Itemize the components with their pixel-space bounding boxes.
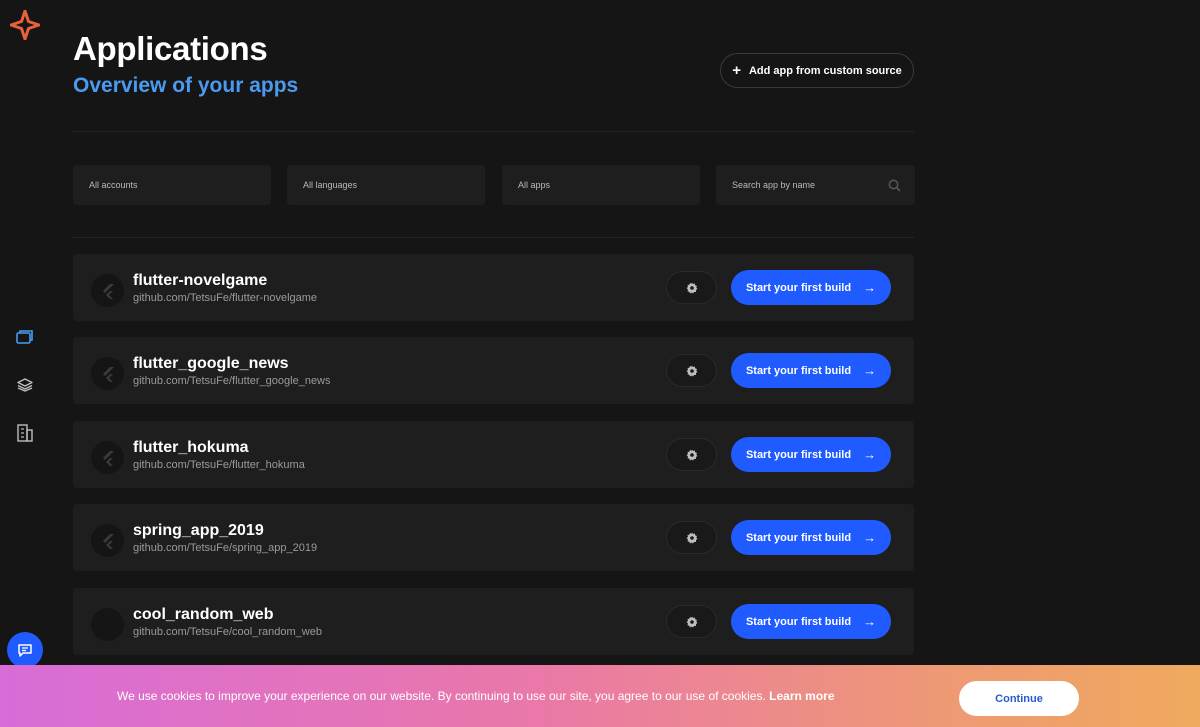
gear-icon	[686, 449, 697, 460]
app-row: spring_app_2019 github.com/TetsuFe/sprin…	[73, 504, 914, 571]
cookie-banner: We use cookies to improve your experienc…	[0, 665, 1200, 727]
start-first-build-button[interactable]: Start your first build →	[731, 270, 891, 305]
app-name[interactable]: spring_app_2019	[133, 522, 264, 540]
start-first-build-button[interactable]: Start your first build →	[731, 437, 891, 472]
app-settings-button[interactable]	[666, 521, 717, 554]
plus-icon: +	[732, 62, 741, 79]
arrow-right-icon: →	[863, 280, 877, 295]
app-repo: github.com/TetsuFe/flutter-novelgame	[133, 292, 318, 304]
app-row: flutter_google_news github.com/TetsuFe/f…	[73, 337, 914, 404]
app-settings-button[interactable]	[666, 354, 717, 387]
app-settings-button[interactable]	[666, 605, 717, 638]
app-name[interactable]: flutter_google_news	[133, 355, 289, 373]
cookie-text-container: We use cookies to improve your experienc…	[117, 689, 835, 703]
gear-icon	[686, 532, 697, 543]
page-title: Applications	[73, 30, 268, 67]
build-button-label: Start your first build	[745, 531, 852, 544]
app-settings-button[interactable]	[666, 271, 717, 304]
accounts-filter[interactable]: All accounts	[73, 165, 271, 205]
app-repo: github.com/TetsuFe/spring_app_2019	[133, 542, 318, 554]
sidebar	[0, 0, 50, 727]
start-first-build-button[interactable]: Start your first build →	[731, 604, 891, 639]
flutter-icon	[91, 441, 124, 474]
page-subtitle: Overview of your apps	[73, 74, 299, 97]
start-first-build-button[interactable]: Start your first build →	[731, 520, 891, 555]
app-settings-button[interactable]	[666, 438, 717, 471]
search-icon	[888, 179, 901, 192]
build-button-label: Start your first build	[745, 615, 852, 628]
languages-filter[interactable]: All languages	[287, 165, 485, 205]
add-app-button-label: Add app from custom source	[748, 64, 902, 77]
app-repo: github.com/TetsuFe/cool_random_web	[133, 626, 322, 638]
app-name[interactable]: cool_random_web	[133, 606, 273, 624]
app-name[interactable]: flutter-novelgame	[133, 272, 267, 290]
app-row: flutter_hokuma github.com/TetsuFe/flutte…	[73, 421, 914, 488]
header-divider	[73, 131, 914, 132]
cookie-message: We use cookies to improve your experienc…	[117, 689, 766, 703]
arrow-right-icon: →	[863, 530, 877, 545]
learn-more-link[interactable]: Learn more	[769, 689, 834, 703]
build-button-label: Start your first build	[745, 364, 852, 377]
flutter-icon	[91, 357, 124, 390]
gear-icon	[686, 616, 697, 627]
search-placeholder: Search app by name	[732, 180, 816, 190]
filters-bar: All accounts All languages All apps Sear…	[73, 165, 915, 205]
build-button-label: Start your first build	[745, 448, 852, 461]
arrow-right-icon: →	[863, 363, 877, 378]
chat-icon	[18, 643, 32, 657]
app-row: cool_random_web github.com/TetsuFe/cool_…	[73, 588, 914, 655]
codemagic-logo-icon[interactable]	[9, 9, 41, 41]
app-avatar-placeholder	[91, 608, 124, 641]
apps-folder-icon[interactable]	[14, 326, 36, 348]
app-name[interactable]: flutter_hokuma	[133, 439, 249, 457]
app-row: flutter-novelgame github.com/TetsuFe/flu…	[73, 254, 914, 321]
build-button-label: Start your first build	[745, 281, 852, 294]
search-input[interactable]: Search app by name	[716, 165, 915, 205]
team-building-icon[interactable]	[14, 422, 36, 444]
flutter-icon	[91, 274, 124, 307]
apps-filter[interactable]: All apps	[502, 165, 700, 205]
start-first-build-button[interactable]: Start your first build →	[731, 353, 891, 388]
filters-divider	[73, 237, 914, 238]
flutter-icon	[91, 524, 124, 557]
gear-icon	[686, 282, 697, 293]
app-repo: github.com/TetsuFe/flutter_hokuma	[133, 459, 305, 471]
cookie-continue-button[interactable]: Continue	[959, 681, 1079, 716]
arrow-right-icon: →	[863, 614, 877, 629]
gear-icon	[686, 365, 697, 376]
arrow-right-icon: →	[863, 447, 877, 462]
app-repo: github.com/TetsuFe/flutter_google_news	[133, 375, 331, 387]
chat-support-button[interactable]	[7, 632, 43, 668]
layers-icon[interactable]	[14, 374, 36, 396]
add-app-from-custom-source-button[interactable]: + Add app from custom source	[720, 53, 914, 88]
